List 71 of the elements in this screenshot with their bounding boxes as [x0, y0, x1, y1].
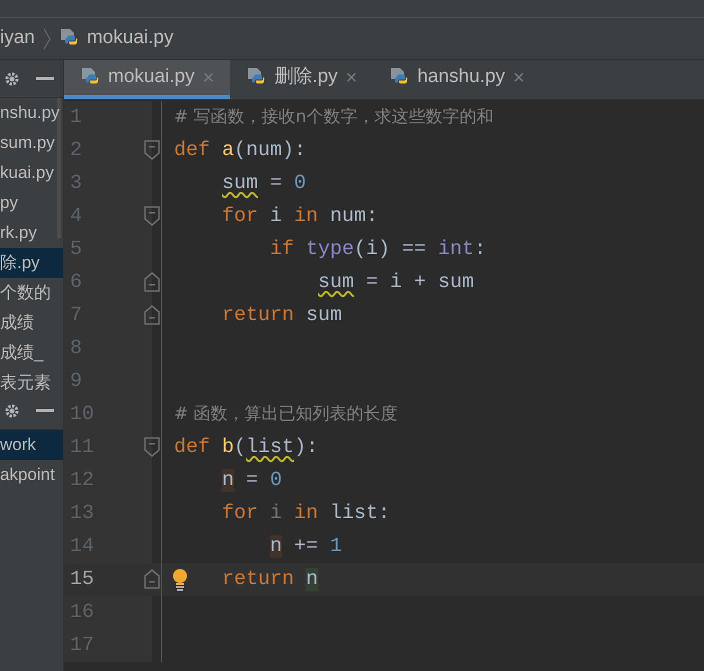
lightbulb-icon[interactable] [172, 569, 188, 591]
code-token: for [222, 502, 260, 524]
line-number: 15 [70, 566, 94, 592]
code-token: ): [294, 436, 318, 458]
code-token: return [222, 304, 296, 326]
tree-item[interactable]: sum.py [0, 128, 63, 158]
tree-item[interactable]: work [0, 430, 63, 460]
code-token: sum [222, 172, 258, 194]
breadcrumb-item[interactable]: iyan [0, 24, 35, 53]
editor-tab[interactable]: mokuai.py × [64, 60, 230, 99]
code-token: 0 [270, 468, 282, 492]
code-token: = i + sum [365, 270, 474, 294]
code-token: = [269, 172, 284, 194]
editor-tab[interactable]: hanshu.py × [373, 60, 541, 99]
fold-icon[interactable] [144, 569, 160, 589]
tab-label: 删除.py [274, 65, 338, 90]
tree-item[interactable]: py [0, 188, 63, 218]
settings-icon[interactable] [4, 70, 20, 86]
code-token: i [270, 204, 284, 228]
code-token: in [294, 502, 320, 524]
chevron-right-icon [42, 28, 51, 50]
code-token: = [245, 468, 260, 492]
code-token: sum [318, 270, 354, 294]
code-token: num: [330, 204, 378, 228]
code-token: += [293, 534, 320, 558]
tab-label: hanshu.py [417, 65, 506, 90]
code-comment: # 写函数，接收n个数字，求这些数字的和 [174, 106, 494, 126]
code-comment: # 函数，算出已知列表的长度 [174, 404, 398, 424]
breadcrumb-item[interactable]: mokuai.py [86, 24, 174, 53]
code-token: def [174, 436, 212, 458]
code-token: 0 [294, 172, 306, 194]
code-token: (i) == [354, 238, 428, 260]
minimize-icon[interactable] [36, 76, 54, 80]
tree-item[interactable]: 表元素 [0, 368, 63, 392]
fold-icon[interactable] [144, 305, 160, 325]
fold-icon[interactable] [144, 272, 160, 292]
code-token: n [306, 568, 318, 590]
fold-icon[interactable] [144, 140, 160, 160]
tree-item[interactable]: 成绩 [0, 308, 63, 338]
code-token: (num): [234, 138, 306, 162]
code-token: list: [330, 502, 390, 524]
tab-label: mokuai.py [108, 65, 195, 90]
code-token: type [306, 238, 354, 260]
code-token: n [270, 534, 282, 558]
tree-item[interactable]: 个数的 [0, 278, 63, 308]
tree-item[interactable]: kuai.py [0, 158, 63, 188]
settings-icon[interactable] [4, 402, 20, 418]
tree-item[interactable]: 成绩_ [0, 338, 63, 368]
code-token: return [222, 568, 296, 590]
editor-tab[interactable]: 删除.py × [230, 60, 374, 99]
code-token: i [270, 502, 284, 524]
code-token: for [222, 204, 260, 228]
code-token: int [438, 238, 474, 260]
code-token: sum [306, 304, 342, 326]
tree-item[interactable]: nshu.py [0, 98, 63, 128]
code-token: b [222, 436, 234, 458]
fold-icon[interactable] [144, 437, 160, 457]
minimize-icon[interactable] [36, 408, 54, 412]
code-token: if [270, 238, 296, 260]
code-token: a [222, 138, 234, 162]
code-token: 1 [330, 534, 342, 558]
code-token: list [246, 436, 294, 458]
tree-item[interactable]: rk.py [0, 218, 63, 248]
code-token: in [294, 204, 320, 228]
code-token: ( [234, 436, 246, 458]
code-token: : [474, 238, 486, 260]
tree-item[interactable]: 除.py [0, 248, 63, 278]
code-token: def [174, 138, 212, 162]
fold-icon[interactable] [144, 206, 160, 226]
code-token: n [222, 468, 234, 492]
tree-item[interactable]: akpoint [0, 460, 63, 490]
